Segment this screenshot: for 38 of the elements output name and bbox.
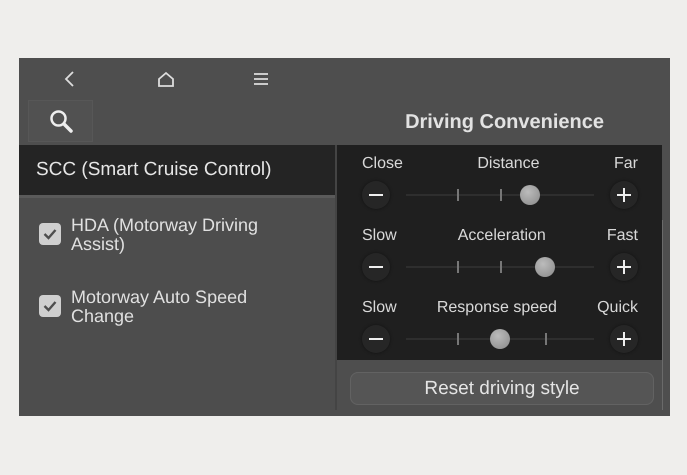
min-label: Close [362, 155, 403, 173]
checkbox[interactable] [39, 295, 61, 317]
max-label: Fast [606, 227, 638, 245]
min-label: Slow [362, 227, 397, 245]
slider-thumb[interactable] [520, 185, 540, 205]
check-icon [43, 300, 57, 312]
plus-icon [616, 331, 632, 347]
minus-button[interactable] [362, 325, 390, 353]
plus-button[interactable] [610, 181, 638, 209]
slider-title: Distance [477, 155, 540, 173]
checkbox-label: Motorway Auto Speed Change [71, 288, 248, 326]
minus-icon [369, 266, 383, 268]
slider-thumb[interactable] [490, 329, 510, 349]
slider-title: Acceleration [458, 227, 546, 245]
slider-title: Response speed [436, 299, 557, 317]
minus-icon [369, 194, 383, 196]
minus-button[interactable] [362, 253, 390, 281]
checkbox-label: HDA (Motorway Driving Assist) [71, 216, 260, 254]
home-icon[interactable] [157, 70, 175, 88]
min-label: Slow [362, 299, 397, 317]
max-label: Far [614, 155, 638, 173]
plus-icon [616, 259, 632, 275]
search-button[interactable] [28, 100, 93, 142]
plus-button[interactable] [610, 253, 638, 281]
reset-button[interactable]: Reset driving style [350, 372, 654, 405]
page-title: Driving Convenience [404, 110, 605, 135]
checkbox[interactable] [39, 223, 61, 245]
menu-item[interactable]: SCC (Smart Cruise Control) [19, 145, 335, 198]
search-icon [48, 109, 72, 133]
back-icon[interactable] [63, 70, 75, 88]
plus-button[interactable] [610, 325, 638, 353]
plus-icon [616, 187, 632, 203]
slider-thumb[interactable] [535, 257, 556, 277]
minus-button[interactable] [362, 181, 390, 209]
max-label: Quick [597, 299, 638, 317]
check-icon [43, 228, 57, 240]
minus-icon [369, 338, 383, 340]
menu-icon[interactable] [253, 72, 269, 86]
